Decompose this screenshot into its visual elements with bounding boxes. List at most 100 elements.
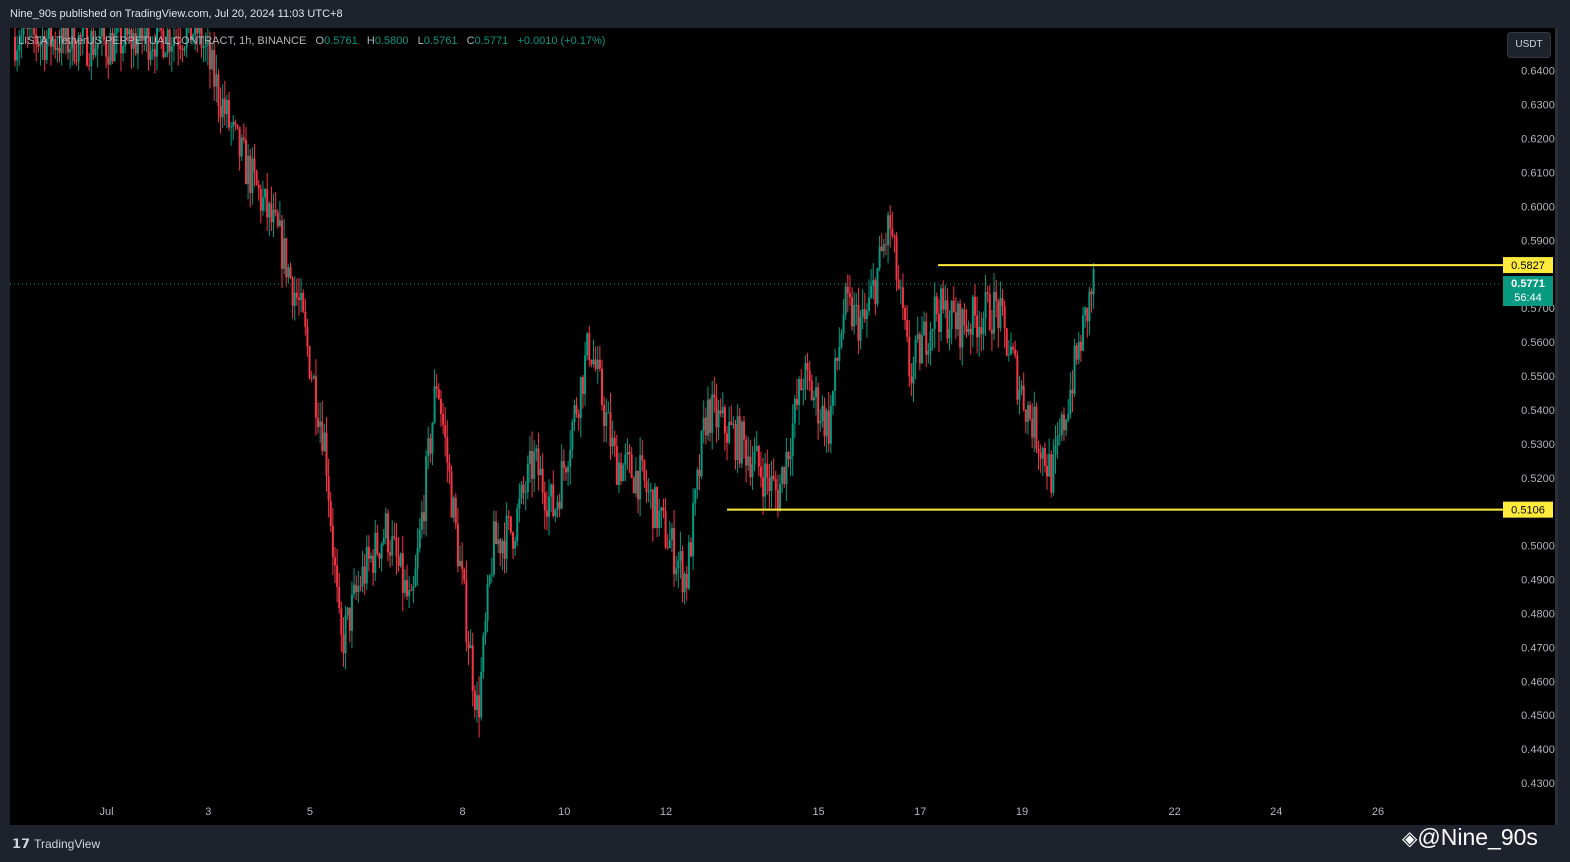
candle-body — [768, 477, 771, 492]
candle-body — [350, 594, 353, 631]
candle-body — [870, 285, 873, 298]
candle-body — [541, 468, 544, 493]
candle-body — [331, 525, 334, 558]
candle-body — [687, 542, 690, 589]
x-tick-label: 24 — [1270, 806, 1282, 818]
candle-body — [255, 171, 258, 185]
candle-body — [342, 634, 345, 654]
candle-body — [1039, 452, 1042, 459]
open-value: 0.5761 — [324, 35, 358, 47]
high-label: H — [366, 35, 375, 47]
candle-body — [242, 137, 245, 140]
candle-body — [952, 300, 955, 313]
axis-border — [1555, 28, 1558, 825]
candle-body — [863, 309, 866, 320]
candle-body — [853, 305, 856, 327]
candle-body — [984, 292, 987, 319]
candle-body — [840, 333, 843, 348]
candle-body — [533, 451, 536, 479]
candle-body — [884, 244, 887, 246]
candle-body — [592, 359, 595, 365]
candle-body — [645, 480, 648, 493]
candle-body — [270, 203, 273, 223]
candle-body — [490, 574, 493, 576]
candle-body — [950, 300, 953, 330]
candle-body — [988, 293, 991, 330]
candle-body — [569, 449, 572, 467]
candle-body — [957, 303, 960, 330]
candle-body — [94, 48, 97, 56]
y-tick-label: 0.4300 — [1521, 778, 1555, 790]
candle-body — [838, 347, 841, 361]
candle-body — [306, 326, 309, 347]
candle-body — [700, 430, 703, 477]
candle-body — [1016, 355, 1019, 400]
candle-body — [999, 297, 1002, 328]
candle-body — [615, 446, 618, 485]
level-price-label: 0.5827 — [1511, 260, 1545, 272]
candle-body — [908, 336, 911, 377]
candle-body — [418, 529, 421, 549]
y-tick-label: 0.5000 — [1521, 541, 1555, 553]
candle-body — [1058, 435, 1061, 437]
candle-body — [372, 555, 375, 574]
chart-frame[interactable]: 0.6400 0.6300 0.6200 0.6100 0.6000 0.5900 0.57… — [10, 28, 1555, 825]
candle-body — [713, 394, 716, 398]
candle-body — [668, 539, 671, 548]
candle-body — [1001, 297, 1004, 306]
candle-body — [740, 421, 743, 464]
candle-body — [876, 268, 879, 304]
candle-body — [522, 484, 525, 493]
candle-body — [444, 425, 447, 438]
candle-body — [495, 521, 498, 545]
tradingview-brand[interactable]: 𝟭𝟳 TradingView — [12, 836, 100, 852]
candle-body — [749, 456, 752, 478]
tradingview-logo-icon: 𝟭𝟳 — [12, 836, 31, 851]
candle-body — [1069, 389, 1072, 415]
candle-body — [304, 311, 307, 327]
candle-body — [475, 695, 478, 711]
candle-body — [823, 405, 826, 437]
candle-body — [376, 532, 379, 554]
candle-body — [914, 339, 917, 363]
candlestick-chart[interactable]: 0.6400 0.6300 0.6200 0.6100 0.6000 0.5900 0.57… — [10, 28, 1555, 825]
candle-body — [584, 355, 587, 395]
candle-body — [651, 489, 654, 529]
candle-body — [452, 497, 455, 518]
candle-body — [579, 377, 582, 418]
candle-body — [1077, 341, 1080, 360]
candle-body — [995, 291, 998, 302]
candle-body — [261, 197, 264, 211]
candle-body — [507, 515, 510, 517]
x-tick-label: 10 — [558, 806, 570, 818]
y-tick-label: 0.5900 — [1521, 235, 1555, 247]
candle-body — [851, 297, 854, 327]
candle-body — [1048, 454, 1051, 477]
candle-body — [467, 641, 470, 649]
candle-body — [755, 445, 758, 452]
candle-body — [1056, 436, 1059, 446]
candle-body — [560, 461, 563, 509]
candle-body — [16, 50, 19, 61]
candle-body — [58, 47, 61, 53]
symbol-legend: LISTA / TetherUS PERPETUAL CONTRACT, 1h,… — [18, 35, 605, 47]
candle-body — [251, 158, 254, 193]
candle-body — [804, 362, 807, 389]
candle-body — [882, 244, 885, 252]
candle-body — [1062, 414, 1065, 431]
level-price-label: 0.5106 — [1511, 505, 1545, 517]
y-tick-label: 0.4800 — [1521, 608, 1555, 620]
candle-body — [675, 568, 678, 575]
candle-body — [774, 479, 777, 490]
candle-body — [408, 590, 411, 597]
candle-body — [329, 500, 332, 526]
candle-body — [266, 189, 269, 218]
high-value: 0.5800 — [374, 35, 409, 47]
currency-button[interactable]: USDT — [1507, 32, 1551, 58]
candle-body — [230, 126, 233, 128]
candle-body — [969, 328, 972, 335]
candle-body — [829, 405, 832, 444]
candle-body — [670, 528, 673, 540]
candle-body — [620, 462, 623, 482]
candle-body — [393, 536, 396, 539]
